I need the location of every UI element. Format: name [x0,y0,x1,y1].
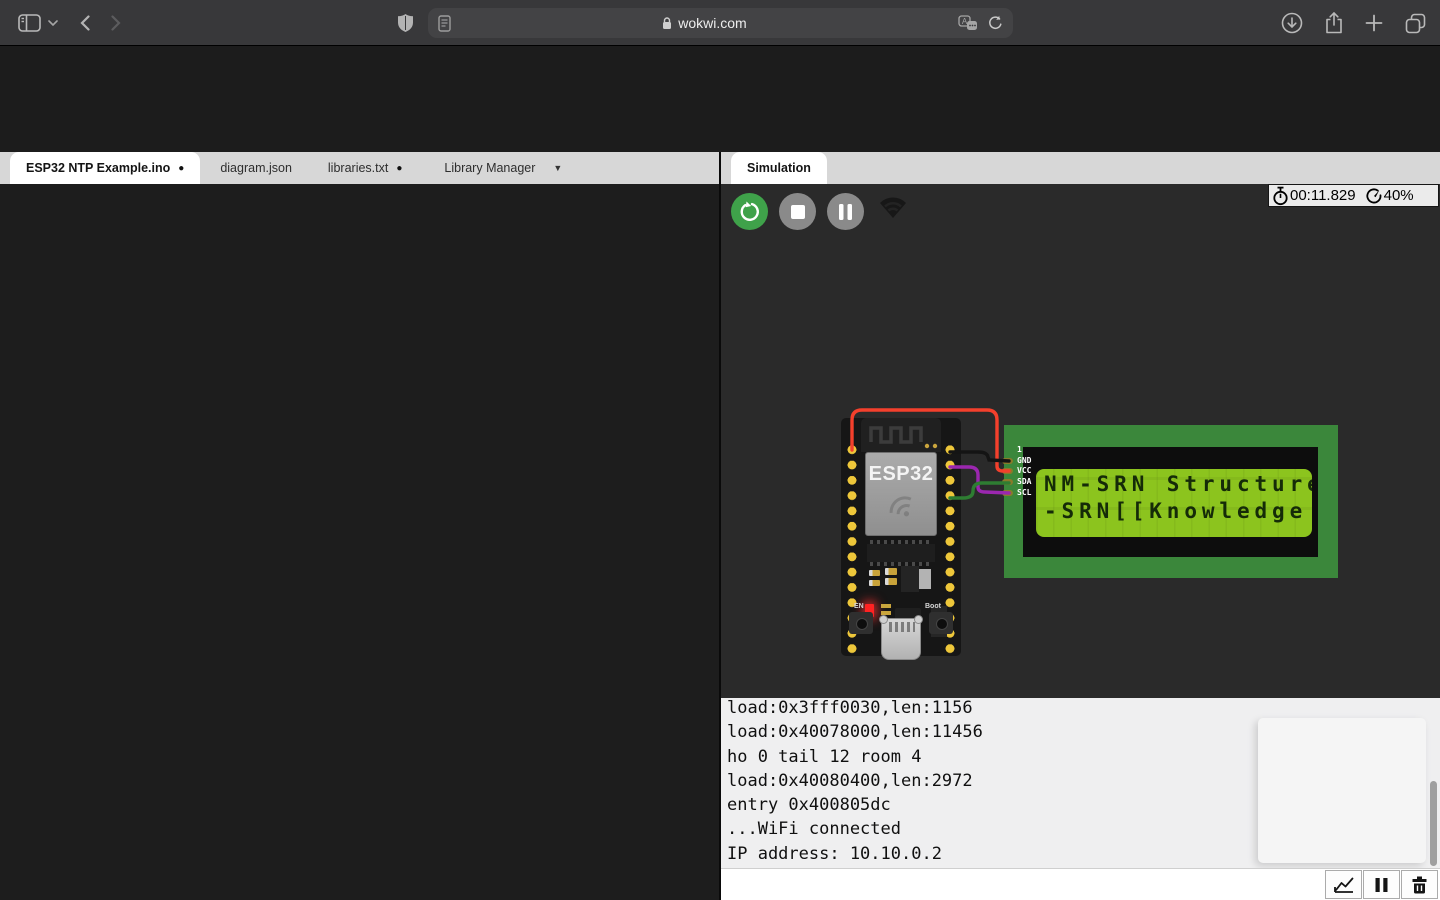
wire-gnd[interactable] [950,452,1009,461]
tab-simulation[interactable]: Simulation [731,152,827,184]
forward-chevron-icon [111,15,121,31]
privacy-shield-icon[interactable] [397,13,414,33]
sidebar-toggle-button[interactable] [18,14,41,32]
dropdown-arrow-icon: ▼ [553,163,562,173]
tab-label: libraries.txt [328,161,388,175]
sidebar-icon [18,14,41,32]
chart-icon [1333,875,1355,895]
tabs-icon [1405,13,1426,34]
pause-serial-button[interactable] [1363,870,1400,899]
lock-icon [662,17,672,30]
tab-label: diagram.json [220,161,292,175]
new-tab-button[interactable] [1365,14,1383,32]
clear-serial-button[interactable] [1401,870,1438,899]
editor-tab-bar: ESP32 NTP Example.ino ● diagram.json lib… [0,152,719,184]
sidebar-dropdown-button[interactable] [48,20,58,26]
back-button[interactable] [80,15,90,31]
svg-text:A: A [962,17,968,26]
unsaved-dot-icon: ● [178,163,184,174]
serial-line: load:0x3fff0030,len:1156 [721,698,1440,720]
tab-library-manager[interactable]: Library Manager ▼ [428,152,578,184]
tab-diagram-json[interactable]: diagram.json [204,152,308,184]
screen: wokwi.com A [0,0,1440,900]
plus-icon [1365,14,1383,32]
wiring-layer [721,184,1440,698]
tab-libraries-txt[interactable]: libraries.txt ● [312,152,418,184]
tab-label: Library Manager [444,161,535,175]
simulation-canvas[interactable]: 00:11.829 40% ESP32 [721,184,1440,698]
serial-scrollbar[interactable] [1430,781,1437,866]
toolbar-actions [1281,0,1426,46]
url-text: wokwi.com [678,15,746,31]
download-icon [1281,12,1303,34]
shield-icon [397,13,414,33]
back-chevron-icon [80,15,90,31]
browser-toolbar: wokwi.com A [0,0,1440,46]
trash-icon [1411,876,1428,894]
serial-toolbar [1325,870,1438,899]
nav-controls [18,0,121,46]
code-editor[interactable] [0,184,719,900]
downloads-button[interactable] [1281,12,1303,34]
translate-button[interactable]: A [958,15,978,31]
simulation-tab-bar: Simulation [721,152,1440,184]
share-button[interactable] [1325,12,1343,34]
reload-icon [988,15,1003,31]
unsaved-dot-icon: ● [396,163,402,174]
reader-icon [438,15,451,32]
wire-vcc[interactable] [852,410,1009,471]
plotter-button[interactable] [1325,870,1362,899]
page-header [0,46,1440,152]
tab-overview-button[interactable] [1405,13,1426,34]
tab-sketch-file[interactable]: ESP32 NTP Example.ino ● [10,152,200,184]
reader-view-button[interactable] [438,15,451,32]
address-bar[interactable]: wokwi.com A [428,8,1013,38]
url-display: wokwi.com [451,15,958,31]
chevron-down-icon [48,20,58,26]
serial-input-row[interactable] [721,868,1440,900]
serial-monitor[interactable]: load:0x3fff0030,len:1156 load:0x40078000… [721,698,1440,868]
tab-label: Simulation [747,161,811,175]
reload-button[interactable] [988,15,1003,31]
share-icon [1325,12,1343,34]
forward-button[interactable] [111,15,121,31]
tab-label: ESP32 NTP Example.ino [26,161,170,175]
pause-icon [1375,877,1388,893]
floating-panel [1258,718,1426,863]
translate-icon: A [958,15,978,31]
